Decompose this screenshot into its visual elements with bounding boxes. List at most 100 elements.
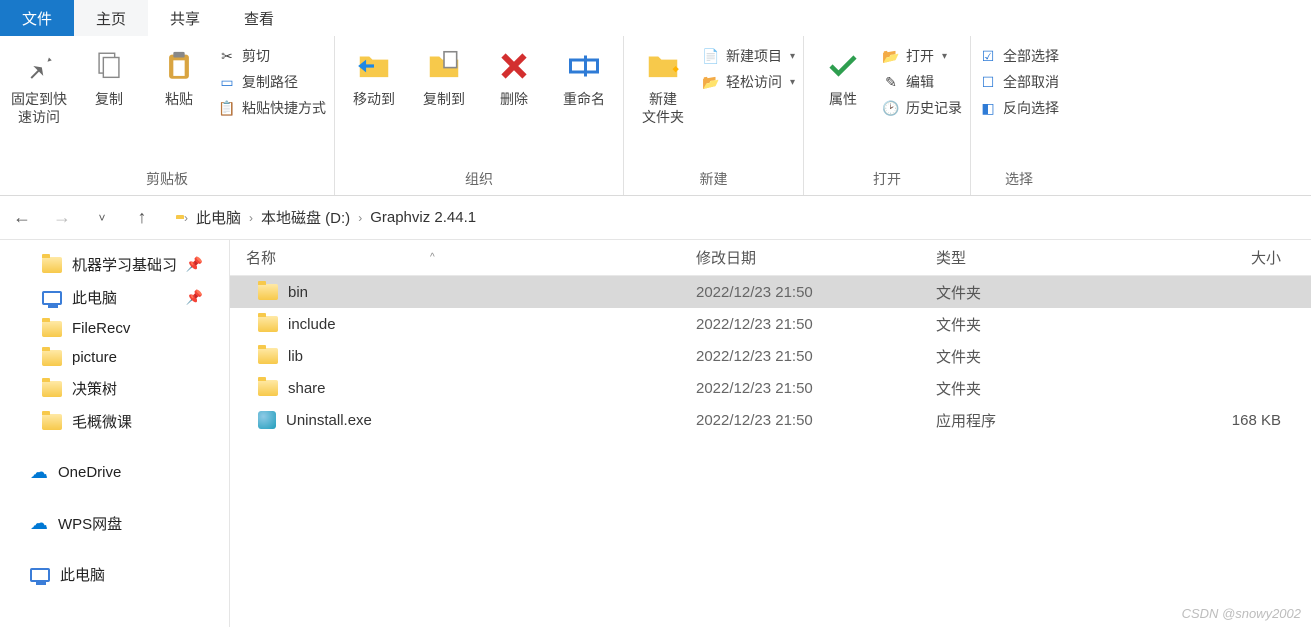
sidebar-item[interactable]: 此电脑📌 [0, 281, 229, 314]
history-button[interactable]: 🕑历史记录 [882, 98, 962, 118]
tab-file[interactable]: 文件 [0, 0, 74, 36]
column-size[interactable]: 大小 [1120, 247, 1311, 268]
group-open-label: 打开 [812, 165, 962, 195]
sidebar-item-label: picture [72, 349, 117, 366]
group-select-label: 选择 [979, 165, 1059, 195]
folder-icon [258, 348, 278, 364]
scissors-icon: ✂ [218, 47, 236, 65]
column-type[interactable]: 类型 [920, 247, 1120, 268]
sidebar-thispc[interactable]: 此电脑 [0, 558, 229, 591]
folder-icon [258, 380, 278, 396]
tab-share[interactable]: 共享 [148, 0, 222, 36]
invert-selection-button[interactable]: ◧反向选择 [979, 98, 1059, 118]
copy-to-button[interactable]: 复制到 [413, 40, 475, 108]
sidebar: 机器学习基础习📌此电脑📌 FileRecv picture 决策树毛概微课 ☁OneD… [0, 240, 230, 627]
breadcrumb-pc[interactable]: 此电脑 [196, 207, 241, 228]
sidebar-onedrive[interactable]: ☁OneDrive [0, 456, 229, 489]
table-row[interactable]: include 2022/12/23 21:50文件夹 [230, 308, 1311, 340]
new-item-button[interactable]: 📄新建项目▾ [702, 46, 795, 66]
select-none-icon: ☐ [979, 73, 997, 91]
file-name: share [288, 380, 326, 397]
new-folder-button[interactable]: 新建 文件夹 [632, 40, 694, 126]
select-none-button[interactable]: ☐全部取消 [979, 72, 1059, 92]
wps-icon: ☁ [30, 513, 48, 534]
new-item-icon: 📄 [702, 47, 720, 65]
paste-label: 粘贴 [165, 90, 193, 108]
move-icon [354, 46, 394, 86]
recent-dropdown[interactable]: ˅ [88, 204, 116, 232]
properties-button[interactable]: 属性 [812, 40, 874, 108]
rename-icon [564, 46, 604, 86]
tab-home[interactable]: 主页 [74, 0, 148, 36]
select-all-button[interactable]: ☑全部选择 [979, 46, 1059, 66]
folder-icon [42, 381, 62, 397]
breadcrumb-drive[interactable]: 本地磁盘 (D:) [261, 207, 350, 228]
chevron-right-icon: › [249, 211, 253, 225]
sidebar-wps[interactable]: ☁WPS网盘 [0, 507, 229, 540]
sidebar-item-label: 机器学习基础习 [72, 254, 177, 275]
shortcut-icon: 📋 [218, 99, 236, 117]
history-icon: 🕑 [882, 99, 900, 117]
folder-icon [258, 284, 278, 300]
copy-path-button[interactable]: ▭复制路径 [218, 72, 326, 92]
column-name[interactable]: 名称^ [230, 247, 680, 268]
pin-label: 固定到快速访问 [8, 90, 70, 126]
ribbon: 固定到快速访问 复制 粘贴 ✂剪切 ▭复制路径 📋粘贴快捷方式 剪贴板 移动到 [0, 36, 1311, 196]
column-headers: 名称^ 修改日期 类型 大小 [230, 240, 1311, 276]
ribbon-tabs: 文件 主页 共享 查看 [0, 0, 1311, 36]
onedrive-icon: ☁ [30, 462, 48, 483]
file-date: 2022/12/23 21:50 [680, 316, 920, 333]
file-date: 2022/12/23 21:50 [680, 284, 920, 301]
file-name: Uninstall.exe [286, 412, 372, 429]
file-name: bin [288, 284, 308, 301]
paste-shortcut-button[interactable]: 📋粘贴快捷方式 [218, 98, 326, 118]
file-name: include [288, 316, 336, 333]
file-type: 应用程序 [920, 410, 1120, 431]
paste-button[interactable]: 粘贴 [148, 40, 210, 108]
main-area: 机器学习基础习📌此电脑📌 FileRecv picture 决策树毛概微课 ☁OneD… [0, 240, 1311, 627]
file-type: 文件夹 [920, 314, 1120, 335]
sidebar-item-label: FileRecv [72, 320, 130, 337]
pin-quick-access-button[interactable]: 固定到快速访问 [8, 40, 70, 126]
sidebar-item[interactable]: picture [0, 343, 229, 372]
sidebar-item-label: 决策树 [72, 378, 117, 399]
group-open: 属性 📂打开▾ ✎编辑 🕑历史记录 打开 [804, 36, 971, 195]
group-select: ☑全部选择 ☐全部取消 ◧反向选择 选择 [971, 36, 1067, 195]
back-button[interactable]: ← [8, 204, 36, 232]
forward-button[interactable]: → [48, 204, 76, 232]
sidebar-item[interactable]: 毛概微课 [0, 405, 229, 438]
table-row[interactable]: lib2022/12/23 21:50文件夹 [230, 340, 1311, 372]
easy-access-icon: 📂 [702, 73, 720, 91]
delete-button[interactable]: 删除 [483, 40, 545, 108]
copy-label: 复制 [95, 90, 123, 108]
group-new: 新建 文件夹 📄新建项目▾ 📂轻松访问▾ 新建 [624, 36, 804, 195]
rename-button[interactable]: 重命名 [553, 40, 615, 108]
group-clipboard: 固定到快速访问 复制 粘贴 ✂剪切 ▭复制路径 📋粘贴快捷方式 剪贴板 [0, 36, 335, 195]
exe-icon [258, 411, 276, 429]
address-bar: ← → ˅ ↑ › 此电脑 › 本地磁盘 (D:) › Graphviz 2.4… [0, 196, 1311, 240]
easy-access-button[interactable]: 📂轻松访问▾ [702, 72, 795, 92]
sidebar-item[interactable]: 机器学习基础习📌 [0, 248, 229, 281]
column-date[interactable]: 修改日期 [680, 247, 920, 268]
folder-icon [42, 321, 62, 337]
table-row[interactable]: bin2022/12/23 21:50文件夹 [230, 276, 1311, 308]
edit-button[interactable]: ✎编辑 [882, 72, 962, 92]
cut-button[interactable]: ✂剪切 [218, 46, 326, 66]
chevron-down-icon: ▾ [790, 51, 795, 62]
breadcrumb-folder[interactable]: Graphviz 2.44.1 [370, 209, 476, 226]
file-date: 2022/12/23 21:50 [680, 412, 920, 429]
sidebar-item[interactable]: 决策树 [0, 372, 229, 405]
copy-button[interactable]: 复制 [78, 40, 140, 108]
edit-icon: ✎ [882, 73, 900, 91]
sidebar-item[interactable]: FileRecv [0, 314, 229, 343]
file-list: 名称^ 修改日期 类型 大小 bin2022/12/23 21:50文件夹inc… [230, 240, 1311, 627]
tab-view[interactable]: 查看 [222, 0, 296, 36]
file-date: 2022/12/23 21:50 [680, 348, 920, 365]
up-button[interactable]: ↑ [128, 204, 156, 232]
table-row[interactable]: Uninstall.exe2022/12/23 21:50应用程序168 KB [230, 404, 1311, 436]
table-row[interactable]: share2022/12/23 21:50文件夹 [230, 372, 1311, 404]
select-all-icon: ☑ [979, 47, 997, 65]
file-date: 2022/12/23 21:50 [680, 380, 920, 397]
move-to-button[interactable]: 移动到 [343, 40, 405, 108]
open-button[interactable]: 📂打开▾ [882, 46, 962, 66]
